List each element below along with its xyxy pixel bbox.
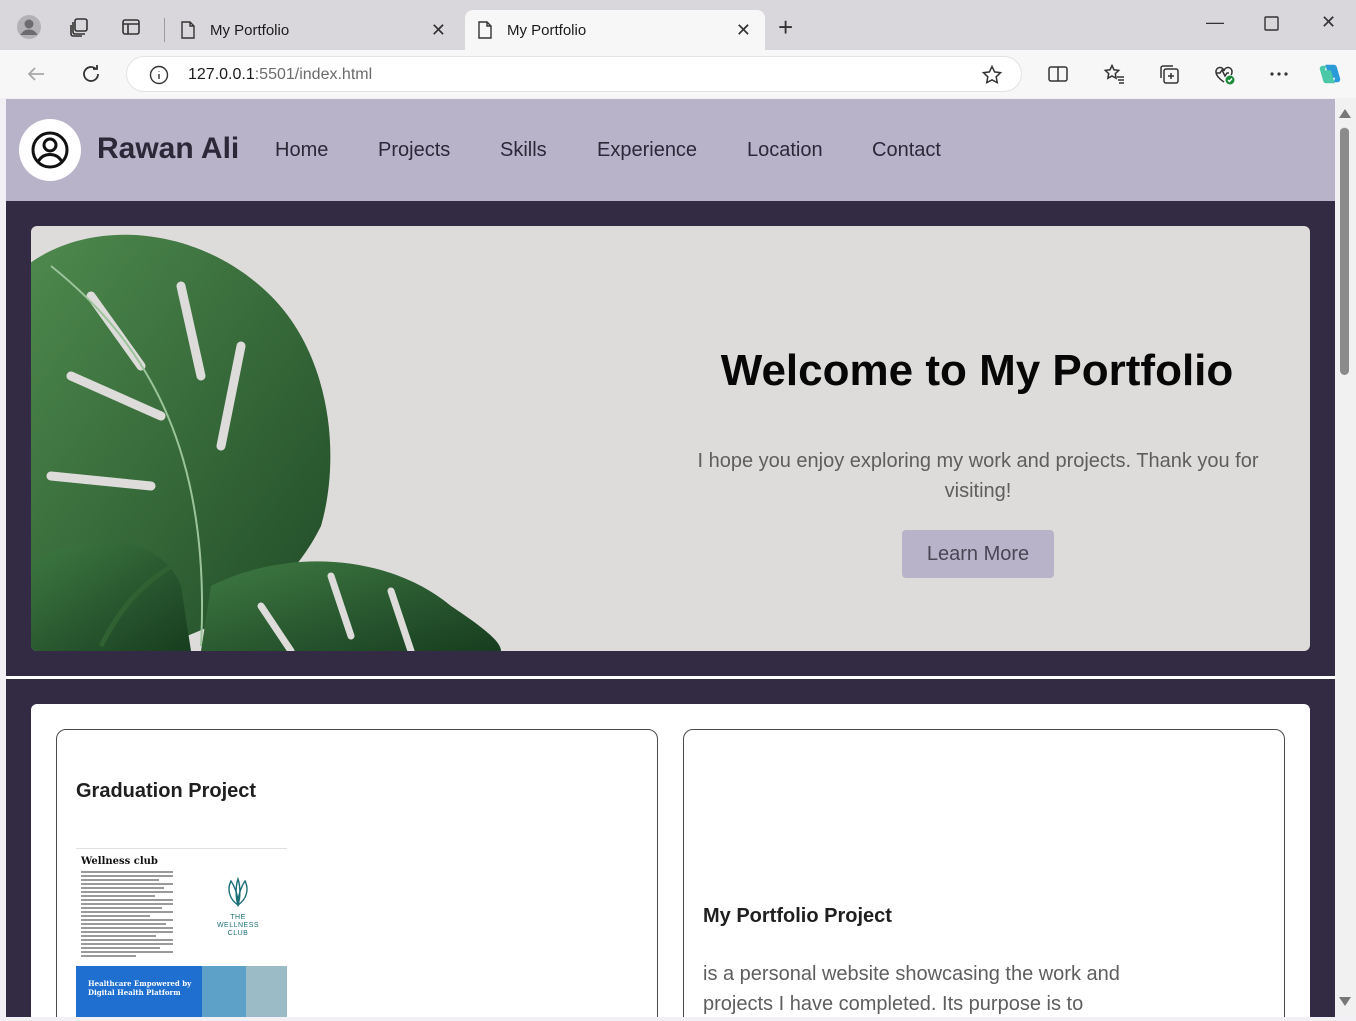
tab-active[interactable]: My Portfolio ✕	[465, 10, 765, 50]
project-card[interactable]: Graduation Project Wellness club THE WEL…	[56, 729, 658, 1017]
scroll-up-icon[interactable]	[1339, 109, 1351, 118]
tab-title: My Portfolio	[507, 21, 587, 39]
close-tab-icon[interactable]: ✕	[736, 20, 751, 41]
nav-home[interactable]: Home	[275, 139, 328, 162]
favorite-star-icon[interactable]	[981, 64, 1003, 86]
thumbnail-banner-image	[246, 966, 287, 1017]
more-menu-icon[interactable]	[1267, 62, 1291, 86]
page-icon	[478, 21, 492, 39]
nav-contact[interactable]: Contact	[872, 139, 941, 162]
copilot-icon[interactable]	[1318, 62, 1342, 86]
browser-toolbar: 127.0.0.1:5501/index.html	[0, 50, 1356, 98]
page-icon	[181, 21, 195, 39]
profile-icon[interactable]	[16, 14, 42, 40]
nav-experience[interactable]: Experience	[597, 139, 697, 162]
logo-text: THE WELLNESS CLUB	[216, 914, 260, 937]
url-host: 127.0.0.1	[188, 66, 255, 83]
maximize-icon[interactable]	[1264, 15, 1279, 36]
back-icon[interactable]	[24, 62, 48, 86]
new-tab-icon[interactable]: +	[778, 14, 793, 40]
project-thumbnail[interactable]: Wellness club THE WELLNESS CLUB Healthca…	[76, 848, 287, 1017]
thumbnail-banner-text: Healthcare Empowered by Digital Health P…	[88, 979, 192, 997]
scroll-down-icon[interactable]	[1339, 997, 1351, 1006]
tab-separator	[164, 18, 165, 42]
workspaces-icon[interactable]	[66, 14, 92, 40]
url-text: 127.0.0.1:5501/index.html	[188, 66, 372, 84]
hero-title: Welcome to My Portfolio	[720, 346, 1234, 395]
favorites-icon[interactable]	[1102, 62, 1126, 86]
monstera-plant-image	[31, 234, 501, 651]
user-circle-icon	[31, 131, 69, 169]
projects-section: Graduation Project Wellness club THE WEL…	[31, 704, 1310, 1017]
minimize-icon[interactable]: —	[1206, 12, 1224, 33]
project-title: Graduation Project	[76, 780, 257, 802]
thumbnail-title: Wellness club	[81, 856, 158, 867]
browser-essentials-icon[interactable]	[1212, 62, 1236, 86]
project-description: is a personal website showcasing the wor…	[703, 963, 1120, 1015]
nav-location[interactable]: Location	[747, 139, 823, 162]
hero-section: Welcome to My Portfolio I hope you enjoy…	[31, 226, 1310, 651]
project-title: My Portfolio Project	[703, 905, 892, 927]
browser-tab-strip: My Portfolio ✕ My Portfolio ✕ + — ✕	[0, 0, 1356, 50]
split-screen-icon[interactable]	[1046, 62, 1070, 86]
thumbnail-text-lines	[81, 871, 173, 959]
site-info-icon[interactable]	[149, 65, 169, 85]
avatar[interactable]	[19, 119, 81, 181]
tab-actions-icon[interactable]	[118, 14, 144, 40]
page-scrollbar[interactable]	[1336, 99, 1356, 1017]
hero-text: I hope you enjoy exploring my work and p…	[697, 450, 1259, 502]
section-divider	[6, 676, 1335, 679]
project-card[interactable]: My Portfolio Project is a personal websi…	[683, 729, 1285, 1017]
lotus-logo-icon	[228, 876, 248, 908]
refresh-icon[interactable]	[79, 62, 103, 86]
url-path: :5501/index.html	[254, 66, 373, 83]
collections-icon[interactable]	[1157, 62, 1181, 86]
close-window-icon[interactable]: ✕	[1321, 12, 1336, 33]
nav-skills[interactable]: Skills	[500, 139, 547, 162]
tab-title: My Portfolio	[210, 21, 290, 39]
address-bar[interactable]: 127.0.0.1:5501/index.html	[126, 56, 1022, 92]
brand-name: Rawan Ali	[97, 132, 240, 165]
page-viewport: Rawan Ali Home Projects Skills Experienc…	[6, 99, 1335, 1017]
scrollbar-thumb[interactable]	[1340, 127, 1349, 375]
tab-inactive[interactable]: My Portfolio ✕	[168, 10, 460, 50]
wellness-logo: THE WELLNESS CLUB	[216, 875, 260, 938]
learn-more-button[interactable]: Learn More	[902, 530, 1054, 578]
nav-projects[interactable]: Projects	[378, 139, 450, 162]
thumbnail-banner-image	[202, 966, 246, 1017]
close-tab-icon[interactable]: ✕	[431, 20, 446, 41]
site-navbar: Rawan Ali Home Projects Skills Experienc…	[6, 99, 1335, 201]
